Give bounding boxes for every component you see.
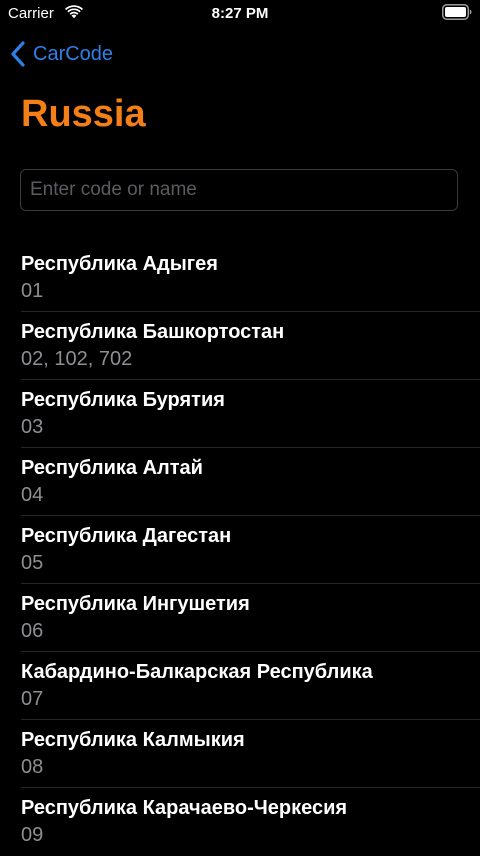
region-name: Республика Бурятия — [21, 389, 225, 411]
region-name: Республика Ингушетия — [21, 593, 250, 615]
list-item[interactable]: Кабардино-Балкарская Республика 07 — [0, 652, 480, 720]
region-list: Республика Адыгея 01 Республика Башкортост… — [0, 244, 480, 856]
status-time: 8:27 PM — [211, 5, 269, 22]
back-button[interactable]: CarCode — [10, 40, 113, 68]
list-item[interactable]: Республика Дагестан 05 — [0, 516, 480, 584]
region-name: Республика Калмыкия — [21, 729, 245, 751]
region-codes: 05 — [21, 552, 44, 574]
region-codes: 03 — [21, 416, 44, 438]
status-bar: Carrier 8:27 PM — [0, 0, 480, 28]
region-name: Кабардино-Балкарская Республика — [21, 661, 373, 683]
region-codes: 06 — [21, 620, 44, 642]
region-name: Республика Дагестан — [21, 525, 232, 547]
list-item[interactable]: Республика Бурятия 03 — [0, 380, 480, 448]
region-name: Республика Башкортостан — [21, 321, 285, 343]
list-item[interactable]: Республика Башкортостан 02, 102, 702 — [0, 312, 480, 380]
region-codes: 04 — [21, 484, 44, 506]
battery-icon — [442, 4, 472, 20]
list-item[interactable]: Республика Карачаево-Черкесия 09 — [0, 788, 480, 856]
region-name: Республика Карачаево-Черкесия — [21, 797, 348, 819]
region-codes: 09 — [21, 824, 44, 846]
region-name: Республика Алтай — [21, 457, 203, 479]
list-item[interactable]: Республика Алтай 04 — [0, 448, 480, 516]
list-item[interactable]: Республика Калмыкия 08 — [0, 720, 480, 788]
region-codes: 01 — [21, 280, 44, 302]
region-name: Республика Адыгея — [21, 253, 218, 275]
list-item[interactable]: Республика Ингушетия 06 — [0, 584, 480, 652]
search-input[interactable] — [20, 169, 458, 211]
page-title: Russia — [21, 93, 146, 135]
list-item[interactable]: Республика Адыгея 01 — [0, 244, 480, 312]
chevron-left-icon — [11, 41, 25, 67]
region-codes: 07 — [21, 688, 44, 710]
back-button-label: CarCode — [33, 42, 114, 65]
region-codes: 02, 102, 702 — [21, 348, 133, 370]
region-codes: 08 — [21, 756, 44, 778]
